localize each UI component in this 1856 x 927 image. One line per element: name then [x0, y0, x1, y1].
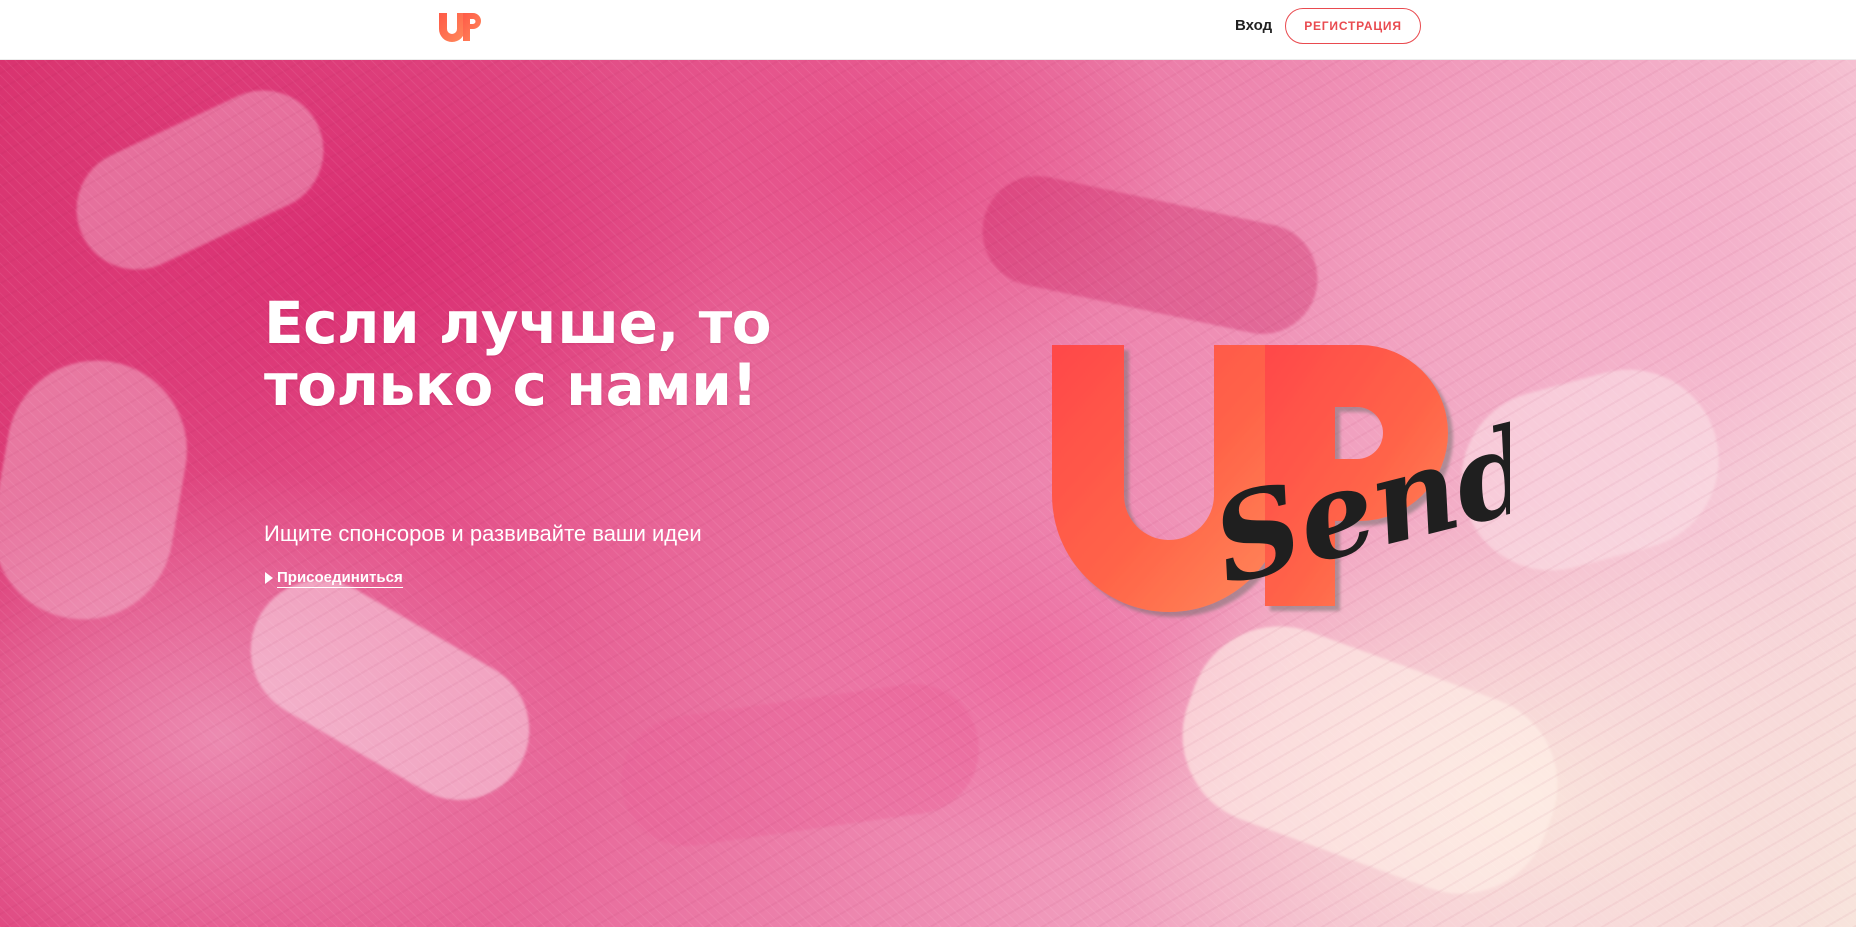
hero-subtitle: Ищите спонсоров и развивайте ваши идеи — [264, 521, 702, 546]
login-link[interactable]: Вход — [1235, 15, 1272, 37]
hero-section — [0, 60, 1856, 927]
up-logo-graphic — [439, 13, 481, 42]
canvas-texture-overlay — [0, 60, 1856, 927]
join-link-label: Присоединиться — [277, 568, 403, 588]
hero-title-line-1: Если лучше, то — [264, 289, 772, 357]
top-navigation-bar: Вход РЕГИСТРАЦИЯ — [0, 0, 1856, 60]
hero-title: Если лучше, то только с нами! — [264, 292, 824, 416]
hero-title-line-2: только с нами! — [264, 351, 758, 419]
join-link[interactable]: Присоединиться — [265, 567, 403, 589]
play-arrow-icon — [265, 572, 273, 584]
up-logo-icon[interactable] — [436, 9, 484, 45]
upsend-logo: Send — [1052, 345, 1510, 612]
register-button[interactable]: РЕГИСТРАЦИЯ — [1285, 8, 1421, 44]
